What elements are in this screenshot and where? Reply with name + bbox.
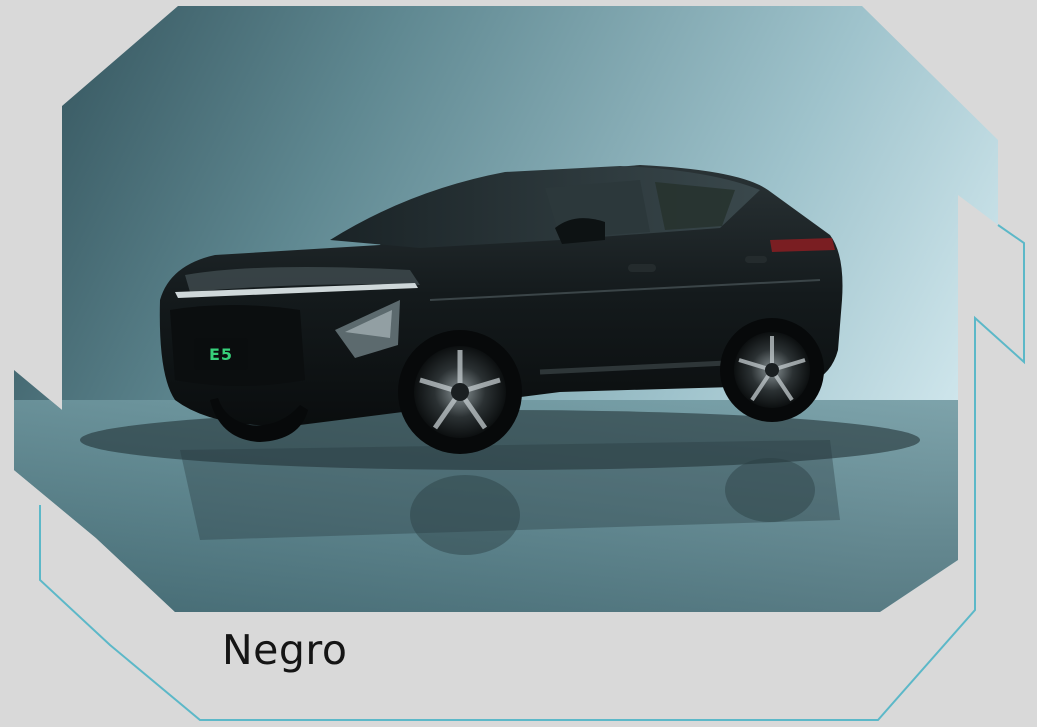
model-badge-label: E5 [208,344,234,364]
color-name-label: Negro [222,626,348,674]
model-badge: E5 [194,338,248,370]
car-showcase-image [14,6,1025,721]
color-variant-card[interactable]: E5 Negro [0,0,1037,727]
